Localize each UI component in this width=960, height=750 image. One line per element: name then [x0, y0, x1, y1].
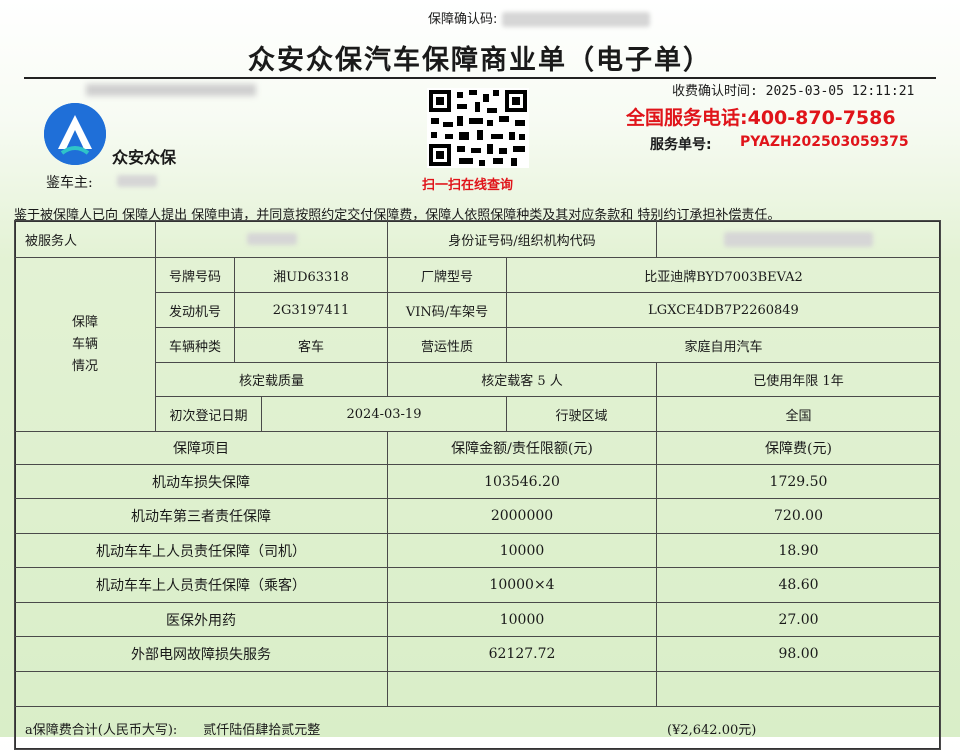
region-label: 行驶区域	[506, 396, 657, 432]
region-value: 全国	[656, 396, 941, 432]
item-amount: 2000000	[387, 498, 657, 534]
item-name: 机动车第三者责任保障	[14, 498, 388, 534]
reg-date-value: 2024-03-19	[261, 396, 507, 432]
empty-row-cell	[387, 671, 657, 707]
seats-text: 核定载客 5 人	[387, 362, 657, 397]
confirm-code: 保障确认码: 150121407005011150	[428, 8, 651, 27]
item-fee: 720.00	[656, 498, 941, 534]
inspector-redacted	[117, 175, 158, 187]
item-amount: 103546.20	[387, 464, 657, 499]
item-name: 机动车损失保障	[14, 464, 388, 499]
item-amount: 10000	[387, 602, 657, 637]
plate-label: 号牌号码	[155, 257, 235, 293]
vehicle-section-line-3: 情况	[71, 358, 98, 374]
items-header-name: 保障项目	[14, 431, 388, 465]
confirm-code-label: 保障确认码:	[428, 12, 498, 27]
page-title: 众安众保汽车保障商业单（电子单）	[248, 45, 712, 76]
engine-label: 发动机号	[155, 292, 235, 328]
item-name: 外部电网故障损失服务	[14, 636, 388, 672]
items-header-fee: 保障费(元)	[656, 431, 941, 465]
vin-label: VIN码/车架号	[387, 292, 507, 328]
inspector-label: 鉴车主:	[46, 172, 158, 192]
item-fee: 27.00	[656, 602, 941, 637]
item-fee: 1729.50	[656, 464, 941, 499]
model-label: 厂牌型号	[387, 257, 507, 293]
inspector-text: 鉴车主:	[46, 175, 93, 191]
total-label: a保障费合计(人民币大写):	[25, 723, 178, 738]
confirm-code-value: 150121407005011150	[501, 12, 651, 27]
item-fee: 98.00	[656, 636, 941, 672]
usage-label: 营运性质	[387, 327, 507, 363]
item-name: 机动车车上人员责任保障（司机）	[14, 533, 388, 568]
item-amount: 10000	[387, 533, 657, 568]
items-header-amount: 保障金额/责任限额(元)	[387, 431, 657, 465]
total-words: 贰仟陆佰肆拾贰元整	[203, 723, 321, 738]
title-divider	[24, 77, 936, 79]
usage-value: 家庭自用汽车	[506, 327, 941, 363]
vehicle-section-line-2: 车辆	[71, 336, 98, 352]
hotline: 全国服务电话:400-870-7586	[626, 107, 896, 129]
id-label: 身份证号码/组织机构代码	[387, 220, 657, 258]
item-name: 医保外用药	[14, 602, 388, 637]
engine-value: 2G3197411	[234, 292, 388, 328]
plate-value: 湘UD63318	[234, 257, 388, 293]
qr-caption: 扫一扫在线查询	[422, 178, 514, 193]
years-text: 已使用年限 1年	[656, 362, 941, 397]
type-label: 车辆种类	[155, 327, 235, 363]
id-value: 340121197803061209	[656, 220, 941, 258]
item-amount: 62127.72	[387, 636, 657, 672]
item-fee: 18.90	[656, 533, 941, 568]
total-row: a保障费合计(人民币大写): 贰仟陆佰肆拾贰元整 (¥2,642.00元)	[14, 706, 941, 750]
insured-label: 被服务人	[14, 220, 156, 258]
type-value: 客车	[234, 327, 388, 363]
item-name: 机动车车上人员责任保障（乘客）	[14, 567, 388, 603]
item-fee: 48.60	[656, 567, 941, 603]
logo-text: 众安众保	[112, 148, 177, 167]
model-value: 比亚迪牌BYD7003BEVA2	[506, 257, 941, 293]
qr-code-icon[interactable]	[427, 88, 529, 168]
service-no: PYAZH202503059375	[740, 134, 909, 150]
redacted-name	[86, 84, 256, 96]
confirm-time: 收费确认时间: 2025-03-05 12:11:21	[672, 84, 915, 99]
empty-row-cell	[656, 671, 941, 707]
insured-value	[155, 220, 388, 258]
total-number: (¥2,642.00元)	[667, 723, 757, 738]
load-label: 核定载质量	[155, 362, 388, 397]
id-value-redacted: 340121197803061209	[724, 231, 873, 247]
vehicle-section-label: 保障 车辆 情况	[14, 257, 156, 432]
service-no-label: 服务单号:	[650, 137, 712, 153]
vehicle-section-line-1: 保障	[71, 314, 98, 330]
empty-row-cell	[14, 671, 388, 707]
item-amount: 10000×4	[387, 567, 657, 603]
reg-date-label: 初次登记日期	[155, 396, 262, 432]
zhongan-logo-icon	[44, 103, 106, 165]
vin-value: LGXCE4DB7P2260849	[506, 292, 941, 328]
